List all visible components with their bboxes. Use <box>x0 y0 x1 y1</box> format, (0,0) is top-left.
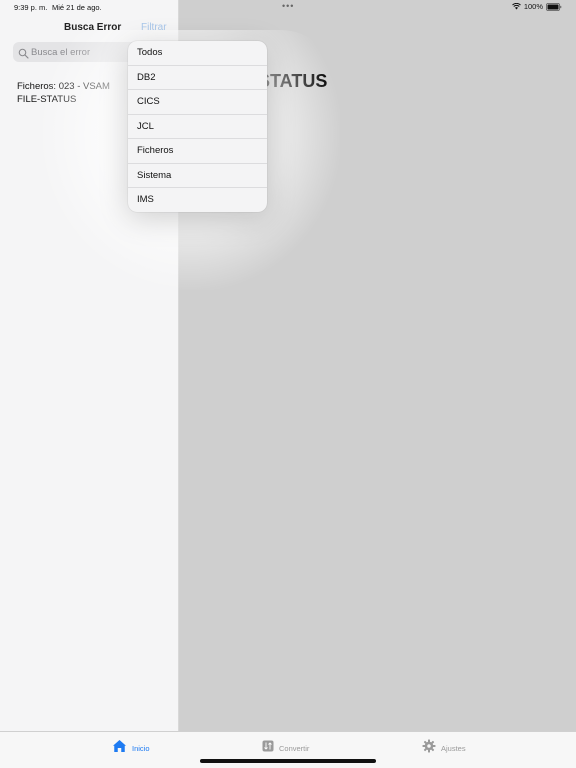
menu-item-todos[interactable]: Todos <box>128 41 267 66</box>
search-box[interactable] <box>13 42 143 62</box>
battery-icon <box>546 2 562 11</box>
battery-percent: 100% <box>523 2 543 11</box>
home-indicator[interactable] <box>200 759 376 763</box>
tab-label: Convertir <box>279 743 310 753</box>
house-icon <box>112 739 127 758</box>
status-time: 9:39 p. m. <box>14 3 48 12</box>
filter-menu: Todos DB2 CICS JCL Ficheros Sistema IMS <box>128 41 267 212</box>
tab-convertir[interactable]: Convertir <box>262 739 309 757</box>
sidebar-title: Busca Error <box>64 22 122 33</box>
list-item[interactable]: Ficheros: 023 - VSAM FILE-STATUS <box>17 80 127 106</box>
search-icon <box>18 46 29 64</box>
sidebar-header: Busca Error Filtrar <box>0 14 179 42</box>
menu-item-sistema[interactable]: Sistema <box>128 164 267 188</box>
filter-button[interactable]: Filtrar <box>141 22 167 33</box>
status-bar: 9:39 p. m. Mié 21 de ago. ••• 100% <box>0 0 576 14</box>
gear-icon <box>422 739 436 758</box>
detail-title: STATUS <box>258 71 328 91</box>
menu-item-ficheros[interactable]: Ficheros <box>128 139 267 164</box>
status-indicators: 100% <box>511 2 562 11</box>
convert-icon <box>262 739 274 757</box>
tab-ajustes[interactable]: Ajustes <box>422 739 466 758</box>
tab-label: Inicio <box>132 744 150 753</box>
status-date: Mié 21 de ago. <box>52 3 102 12</box>
wifi-icon <box>511 3 521 10</box>
search-input[interactable] <box>31 45 139 59</box>
tab-label: Ajustes <box>441 744 466 753</box>
menu-item-db2[interactable]: DB2 <box>128 66 267 90</box>
multitasking-dots[interactable]: ••• <box>282 1 294 11</box>
menu-item-jcl[interactable]: JCL <box>128 115 267 139</box>
menu-item-cics[interactable]: CICS <box>128 90 267 115</box>
menu-item-ims[interactable]: IMS <box>128 188 267 212</box>
tab-inicio[interactable]: Inicio <box>112 739 150 758</box>
